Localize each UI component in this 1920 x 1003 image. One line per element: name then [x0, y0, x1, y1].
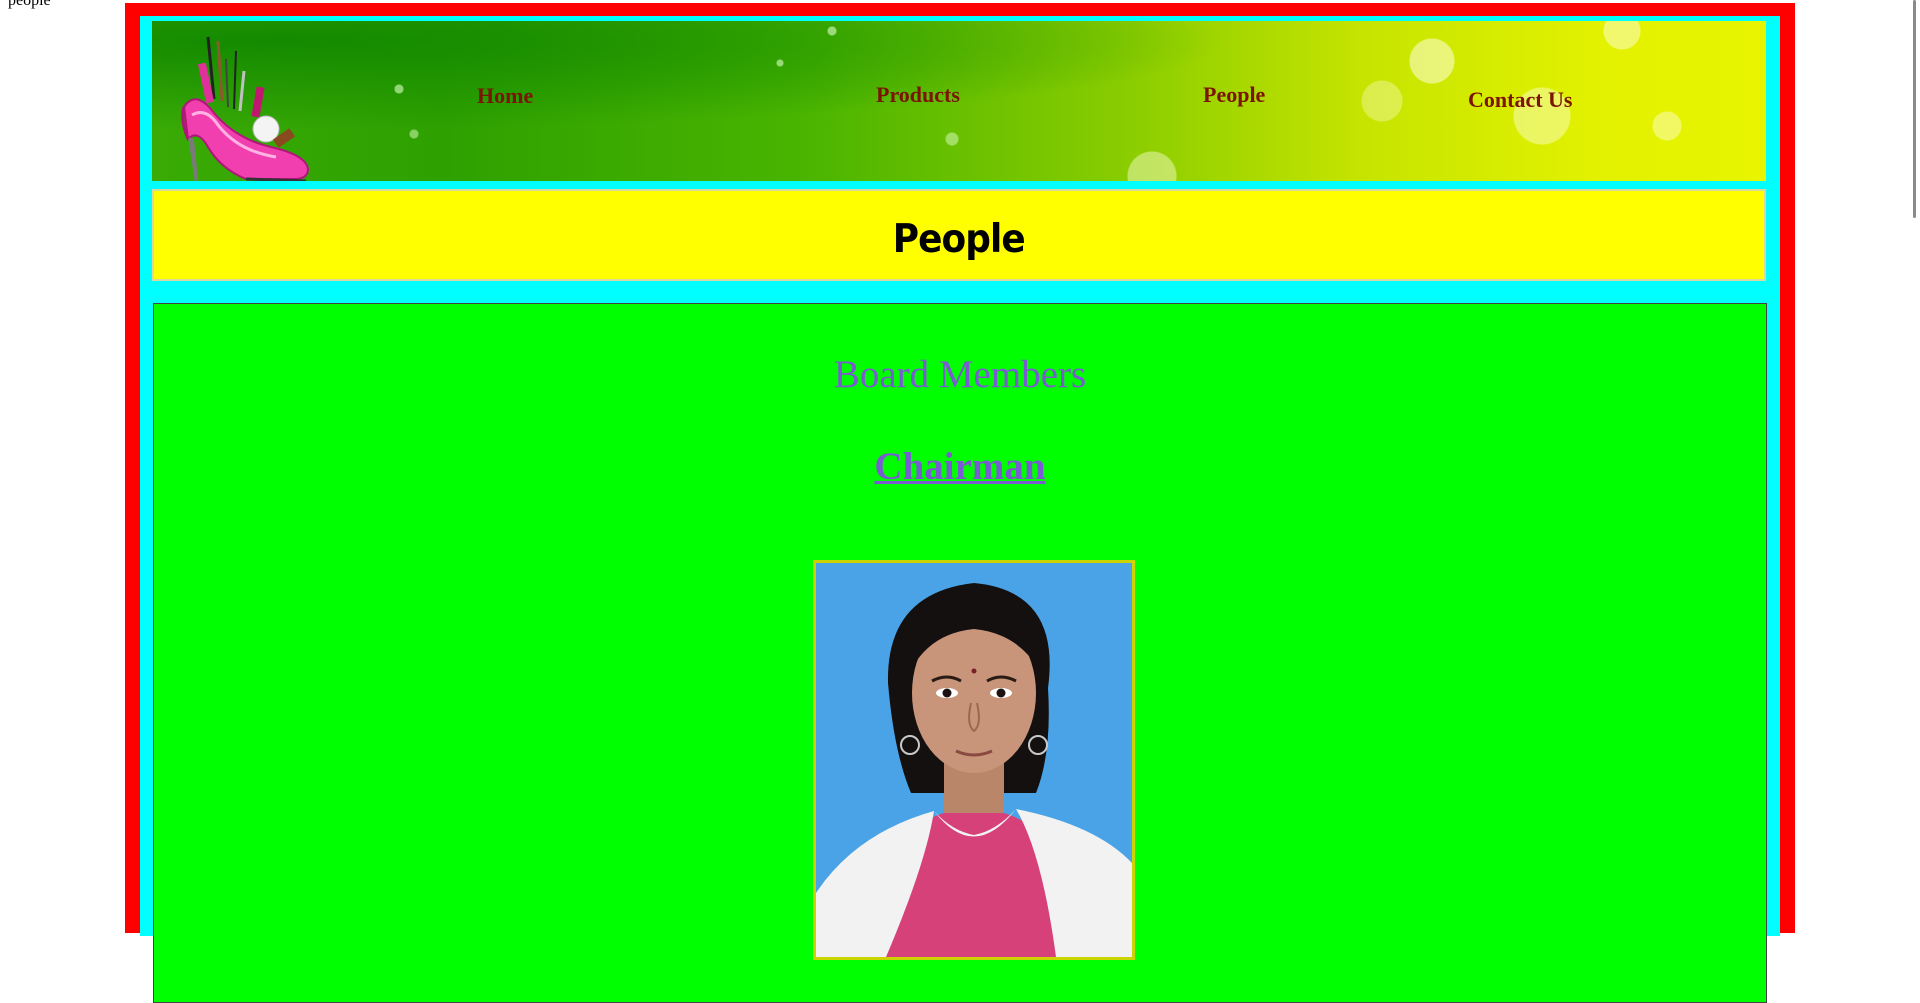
nav-home-link[interactable]: Home [477, 83, 533, 109]
chairman-photo [813, 560, 1135, 960]
high-heel-logo-icon [166, 29, 316, 181]
chairman-link[interactable]: Chairman [154, 444, 1766, 489]
nav-people-link[interactable]: People [1203, 82, 1265, 108]
site-header: Home Products People Contact Us [152, 21, 1766, 181]
board-members-heading: Board Members [833, 353, 1087, 396]
person-portrait-icon [816, 563, 1132, 957]
nav-products-link[interactable]: Products [876, 82, 960, 108]
page-title-bar: People [152, 189, 1766, 281]
nav-contact-us-link[interactable]: Contact Us [1468, 87, 1573, 113]
page-corner-text: people [8, 0, 51, 9]
page-title: People [892, 216, 1026, 262]
content-panel: Board Members Chairman [153, 303, 1767, 1003]
page-inner: Home Products People Contact Us People B… [140, 16, 1780, 1003]
page-frame: Home Products People Contact Us People B… [125, 3, 1795, 1003]
vertical-scrollbar[interactable] [1913, 0, 1916, 218]
